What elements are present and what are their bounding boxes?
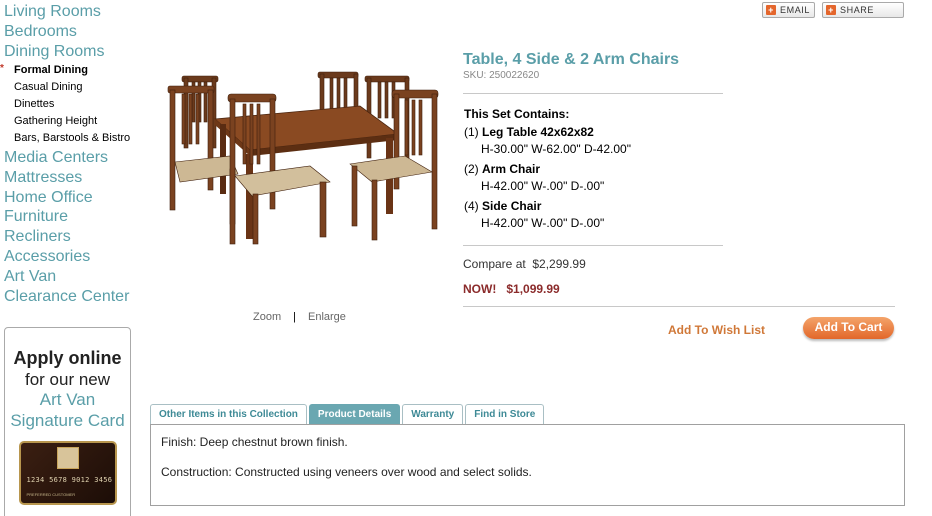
tab-other-items[interactable]: Other Items in this Collection xyxy=(150,404,307,425)
plus-icon: + xyxy=(766,5,776,15)
set-contents: This Set Contains: (1) Leg Table 42x62x8… xyxy=(464,106,744,235)
set-item: (2) Arm Chair H-42.00" W-.00" D-.00" xyxy=(464,161,744,195)
item-qty: (2) xyxy=(464,162,479,176)
image-controls: Zoom | Enlarge xyxy=(253,311,346,323)
nav-bedrooms[interactable]: Bedrooms xyxy=(4,22,144,42)
nav-mattresses[interactable]: Mattresses xyxy=(4,168,144,188)
nav-furniture[interactable]: Furniture xyxy=(4,207,144,227)
now-label: NOW! xyxy=(463,282,497,296)
tab-find-in-store[interactable]: Find in Store xyxy=(465,404,545,425)
compare-value: $2,299.99 xyxy=(532,257,586,271)
credit-card-image: 1234 5678 9012 3456 PREFERRED CUSTOMER xyxy=(18,441,117,505)
item-qty: (1) xyxy=(464,125,479,139)
nav-sub-bars-barstools-bistro[interactable]: Bars, Barstools & Bistro xyxy=(4,130,144,147)
compare-label: Compare at xyxy=(463,257,526,271)
compare-price: Compare at $2,299.99 xyxy=(463,257,586,271)
plus-icon: + xyxy=(826,5,836,15)
item-name: Arm Chair xyxy=(482,162,541,176)
nav-recliners[interactable]: Recliners xyxy=(4,227,144,247)
promo-brand: Art Van xyxy=(39,390,96,409)
promo-card-name: Signature Card xyxy=(10,411,125,430)
nav-home-office[interactable]: Home Office xyxy=(4,188,144,208)
item-dimensions: H-30.00" W-62.00" D-42.00" xyxy=(481,142,631,156)
tab-product-details[interactable]: Product Details xyxy=(308,404,401,425)
email-label: EMAIL xyxy=(780,5,811,15)
email-button[interactable]: + EMAIL xyxy=(762,2,815,18)
item-name: Leg Table 42x62x82 xyxy=(482,125,594,139)
nav-sub-gathering-height[interactable]: Gathering Height xyxy=(4,113,144,130)
set-contents-heading: This Set Contains: xyxy=(464,107,570,121)
set-item: (1) Leg Table 42x62x82 H-30.00" W-62.00"… xyxy=(464,124,744,158)
add-to-cart-button[interactable]: Add To Cart xyxy=(803,317,894,339)
sale-price: NOW! $1,099.99 xyxy=(463,282,560,296)
now-value: $1,099.99 xyxy=(506,282,560,296)
item-dimensions: H-42.00" W-.00" D-.00" xyxy=(481,216,605,230)
nav-sub-casual-dining[interactable]: Casual Dining xyxy=(4,79,144,96)
product-image[interactable] xyxy=(160,64,445,264)
promo-text: for our new xyxy=(24,370,111,389)
nav-dining-rooms[interactable]: Dining Rooms xyxy=(4,42,144,62)
divider xyxy=(463,93,723,94)
set-item: (4) Side Chair H-42.00" W-.00" D-.00" xyxy=(464,198,744,232)
nav-clearance-center[interactable]: Clearance Center xyxy=(4,287,144,307)
nav-sub-formal-dining[interactable]: Formal Dining xyxy=(0,60,144,79)
nav-living-rooms[interactable]: Living Rooms xyxy=(4,2,144,22)
card-logo-icon xyxy=(56,447,79,469)
share-button[interactable]: + SHARE xyxy=(822,2,904,18)
item-dimensions: H-42.00" W-.00" D-.00" xyxy=(481,179,605,193)
product-sku: SKU: 250022620 xyxy=(463,70,540,81)
zoom-link[interactable]: Zoom xyxy=(253,311,281,323)
signature-card-promo[interactable]: Apply online for our new Art Van Signatu… xyxy=(4,327,131,516)
item-name: Side Chair xyxy=(482,199,542,213)
tab-warranty[interactable]: Warranty xyxy=(402,404,464,425)
card-holder: PREFERRED CUSTOMER xyxy=(26,492,76,497)
enlarge-link[interactable]: Enlarge xyxy=(308,311,346,323)
nav-art-van[interactable]: Art Van xyxy=(4,267,144,287)
nav-accessories[interactable]: Accessories xyxy=(4,247,144,267)
promo-heading: Apply online xyxy=(13,348,122,368)
divider xyxy=(463,245,723,246)
nav-sub-dinettes[interactable]: Dinettes xyxy=(4,96,144,113)
divider xyxy=(463,306,895,307)
tab-panel: Finish: Deep chestnut brown finish. Cons… xyxy=(150,424,905,506)
finish-text: Finish: Deep chestnut brown finish. xyxy=(161,435,348,449)
item-qty: (4) xyxy=(464,199,479,213)
left-navigation: Living Rooms Bedrooms Dining Rooms Forma… xyxy=(0,2,144,307)
add-to-wish-list-link[interactable]: Add To Wish List xyxy=(668,323,765,337)
construction-text: Construction: Constructed using veneers … xyxy=(161,465,532,479)
separator: | xyxy=(293,311,296,323)
nav-media-centers[interactable]: Media Centers xyxy=(4,148,144,168)
card-number: 1234 5678 9012 3456 xyxy=(26,476,113,484)
product-title: Table, 4 Side & 2 Arm Chairs xyxy=(463,51,680,68)
product-tabs: Other Items in this Collection Product D… xyxy=(150,404,546,425)
share-label: SHARE xyxy=(840,5,875,15)
